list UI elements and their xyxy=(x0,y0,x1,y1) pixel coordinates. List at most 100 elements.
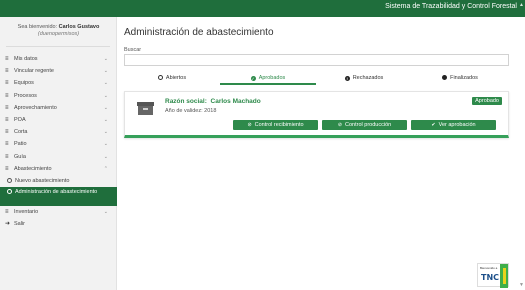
scroll-up-icon[interactable]: ▲ xyxy=(519,2,524,8)
exclamation-circle-icon: ! xyxy=(344,76,350,81)
razon-social-value: Carlos Machado xyxy=(210,98,261,105)
tab-rechazados[interactable]: ! Rechazados xyxy=(316,73,412,85)
tab-aprobados[interactable]: ✓ Aprobados xyxy=(220,73,316,85)
ban-icon: ⊘ xyxy=(337,122,343,128)
tab-label: Abiertos xyxy=(165,75,187,81)
sidebar-item-aprovechamiento[interactable]: ≡ Aprovechamiento ⌄ xyxy=(0,102,117,114)
button-label: Ver aprobación xyxy=(438,122,476,128)
menu-icon: ≡ xyxy=(5,80,9,87)
menu-icon: ≡ xyxy=(5,92,9,99)
menu-icon: ≡ xyxy=(5,129,9,136)
search-input[interactable] xyxy=(124,54,509,66)
sidebar-item-corta[interactable]: ≡ Corta ⌄ xyxy=(0,126,117,138)
tab-label: Aprobados xyxy=(258,75,286,81)
tab-finalizados[interactable]: Finalizados xyxy=(412,73,508,85)
menu-icon: ≡ xyxy=(5,116,9,123)
logo-text: TNC xyxy=(481,273,500,282)
control-produccion-button[interactable]: ⊘ Control producción xyxy=(322,120,407,130)
archive-box-icon xyxy=(137,102,154,115)
menu-icon: ≡ xyxy=(5,68,9,75)
sidebar-item-administracion-abastecimiento[interactable]: Administración de abastecimiento xyxy=(0,187,117,207)
sidebar-item-poa[interactable]: ≡ POA ⌄ xyxy=(0,114,117,126)
sidebar-item-label: Corta xyxy=(14,129,28,136)
status-badge: Aprobado xyxy=(472,97,502,105)
sidebar-item-procesos[interactable]: ≡ Procesos ⌄ xyxy=(0,90,117,102)
system-title: Sistema de Trazabilidad y Control Forest… xyxy=(385,3,517,10)
menu-icon: ≡ xyxy=(5,165,9,172)
razon-social-label: Razón social: xyxy=(165,98,207,105)
button-label: Control producción xyxy=(345,122,392,128)
tab-label: Finalizados xyxy=(450,75,478,81)
sidebar-item-label: Salir xyxy=(14,221,26,228)
anio-validez-value: 2018 xyxy=(204,108,217,114)
sidebar-item-label: Inventario xyxy=(14,209,39,216)
sidebar-item-label: POA xyxy=(14,116,26,123)
chevron-down-icon: ⌄ xyxy=(103,141,108,148)
menu-icon: ≡ xyxy=(5,141,9,148)
logout-icon: ➜ xyxy=(5,221,11,228)
sidebar-item-label: Equipos xyxy=(14,80,34,87)
sidebar-item-label: Abastecimiento xyxy=(14,165,52,172)
sidebar-item-label: Procesos xyxy=(14,92,37,99)
menu-icon: ≡ xyxy=(5,56,9,62)
chevron-down-icon: ⌄ xyxy=(103,56,108,62)
sidebar-divider xyxy=(6,46,110,47)
sidebar-item-patio[interactable]: ≡ Patio ⌄ xyxy=(0,138,117,150)
sidebar-item-inventario[interactable]: ≡ Inventario ⌄ xyxy=(0,206,117,218)
chevron-down-icon: ⌄ xyxy=(103,92,108,99)
razon-social: Razón social: Carlos Machado xyxy=(165,98,261,105)
user-name: Carlos Gustavo xyxy=(58,24,100,30)
main-content: Administración de abastecimiento Buscar … xyxy=(118,17,518,290)
anio-validez-label: Año de validez: xyxy=(165,108,203,114)
sidebar-item-label: Patio xyxy=(14,141,27,148)
sidebar: Sea bienvenido: Carlos Gustavo (duenoper… xyxy=(0,17,117,290)
tab-label: Rechazados xyxy=(352,75,384,81)
sidebar-item-label: Vincular regente xyxy=(14,68,54,75)
page-title: Administración de abastecimiento xyxy=(124,27,274,38)
tab-abiertos[interactable]: Abiertos xyxy=(124,73,220,85)
sidebar-item-label: Guía xyxy=(14,153,26,160)
sidebar-item-vincular-regente[interactable]: ≡ Vincular regente ⌄ xyxy=(0,65,117,77)
tnc-logo: Bienvenido a TNC xyxy=(477,263,509,288)
button-label: Control recibimiento xyxy=(254,122,304,128)
sidebar-item-label: Aprovechamiento xyxy=(14,104,57,111)
circle-outline-icon xyxy=(7,177,12,183)
sidebar-menu: ≡ Mis datos ⌄ ≡ Vincular regente ⌄ ≡ Equipos ⌄… xyxy=(0,53,117,230)
chevron-down-icon: ⌄ xyxy=(103,116,108,123)
welcome-message: Sea bienvenido: Carlos Gustavo (duenoper… xyxy=(0,24,117,38)
ban-icon: ⊘ xyxy=(247,122,252,128)
username: (duenopermisos) xyxy=(37,31,80,37)
circle-outline-icon xyxy=(157,75,163,80)
check-circle-icon: ✓ xyxy=(250,76,256,81)
sidebar-item-equipos[interactable]: ≡ Equipos ⌄ xyxy=(0,77,117,89)
scroll-down-icon[interactable]: ▼ xyxy=(519,282,524,288)
anio-validez: Año de validez: 2018 xyxy=(165,108,216,114)
sidebar-item-guia[interactable]: ≡ Guía ⌄ xyxy=(0,151,117,163)
check-icon: ✔ xyxy=(431,122,436,128)
welcome-prefix: Sea bienvenido: xyxy=(17,24,59,30)
abastecimiento-card: Razón social: Carlos Machado Año de vali… xyxy=(124,91,509,138)
chevron-down-icon: ⌄ xyxy=(103,129,108,136)
search-label: Buscar xyxy=(124,47,142,53)
top-bar: Sistema de Trazabilidad y Control Forest… xyxy=(0,0,525,17)
sidebar-item-mis-datos[interactable]: ≡ Mis datos ⌄ xyxy=(0,53,117,65)
chevron-down-icon: ⌄ xyxy=(103,80,108,87)
sidebar-item-nuevo-abastecimiento[interactable]: Nuevo abastecimiento xyxy=(0,175,117,187)
filled-circle-icon xyxy=(442,75,448,80)
control-recibimiento-button[interactable]: ⊘ Control recibimiento xyxy=(233,120,318,130)
sidebar-item-label: Mis datos xyxy=(14,56,38,62)
ver-aprobacion-button[interactable]: ✔ Ver aprobación xyxy=(411,120,496,130)
circle-outline-icon xyxy=(7,189,12,195)
menu-icon: ≡ xyxy=(5,104,9,111)
chevron-down-icon: ⌄ xyxy=(103,153,108,160)
status-tabs: Abiertos ✓ Aprobados ! Rechazados Finaliza… xyxy=(124,73,509,85)
chevron-down-icon: ⌄ xyxy=(103,209,108,216)
sidebar-item-abastecimiento[interactable]: ≡ Abastecimiento ⌃ xyxy=(0,163,117,175)
menu-icon: ≡ xyxy=(5,209,9,216)
sidebar-item-label: Nuevo abastecimiento xyxy=(15,177,70,184)
chevron-up-icon: ⌃ xyxy=(103,165,108,172)
menu-icon: ≡ xyxy=(5,153,9,160)
chevron-down-icon: ⌄ xyxy=(103,68,108,75)
sidebar-item-label: Administración de abastecimiento xyxy=(15,189,98,196)
sidebar-item-salir[interactable]: ➜ Salir xyxy=(0,218,117,230)
